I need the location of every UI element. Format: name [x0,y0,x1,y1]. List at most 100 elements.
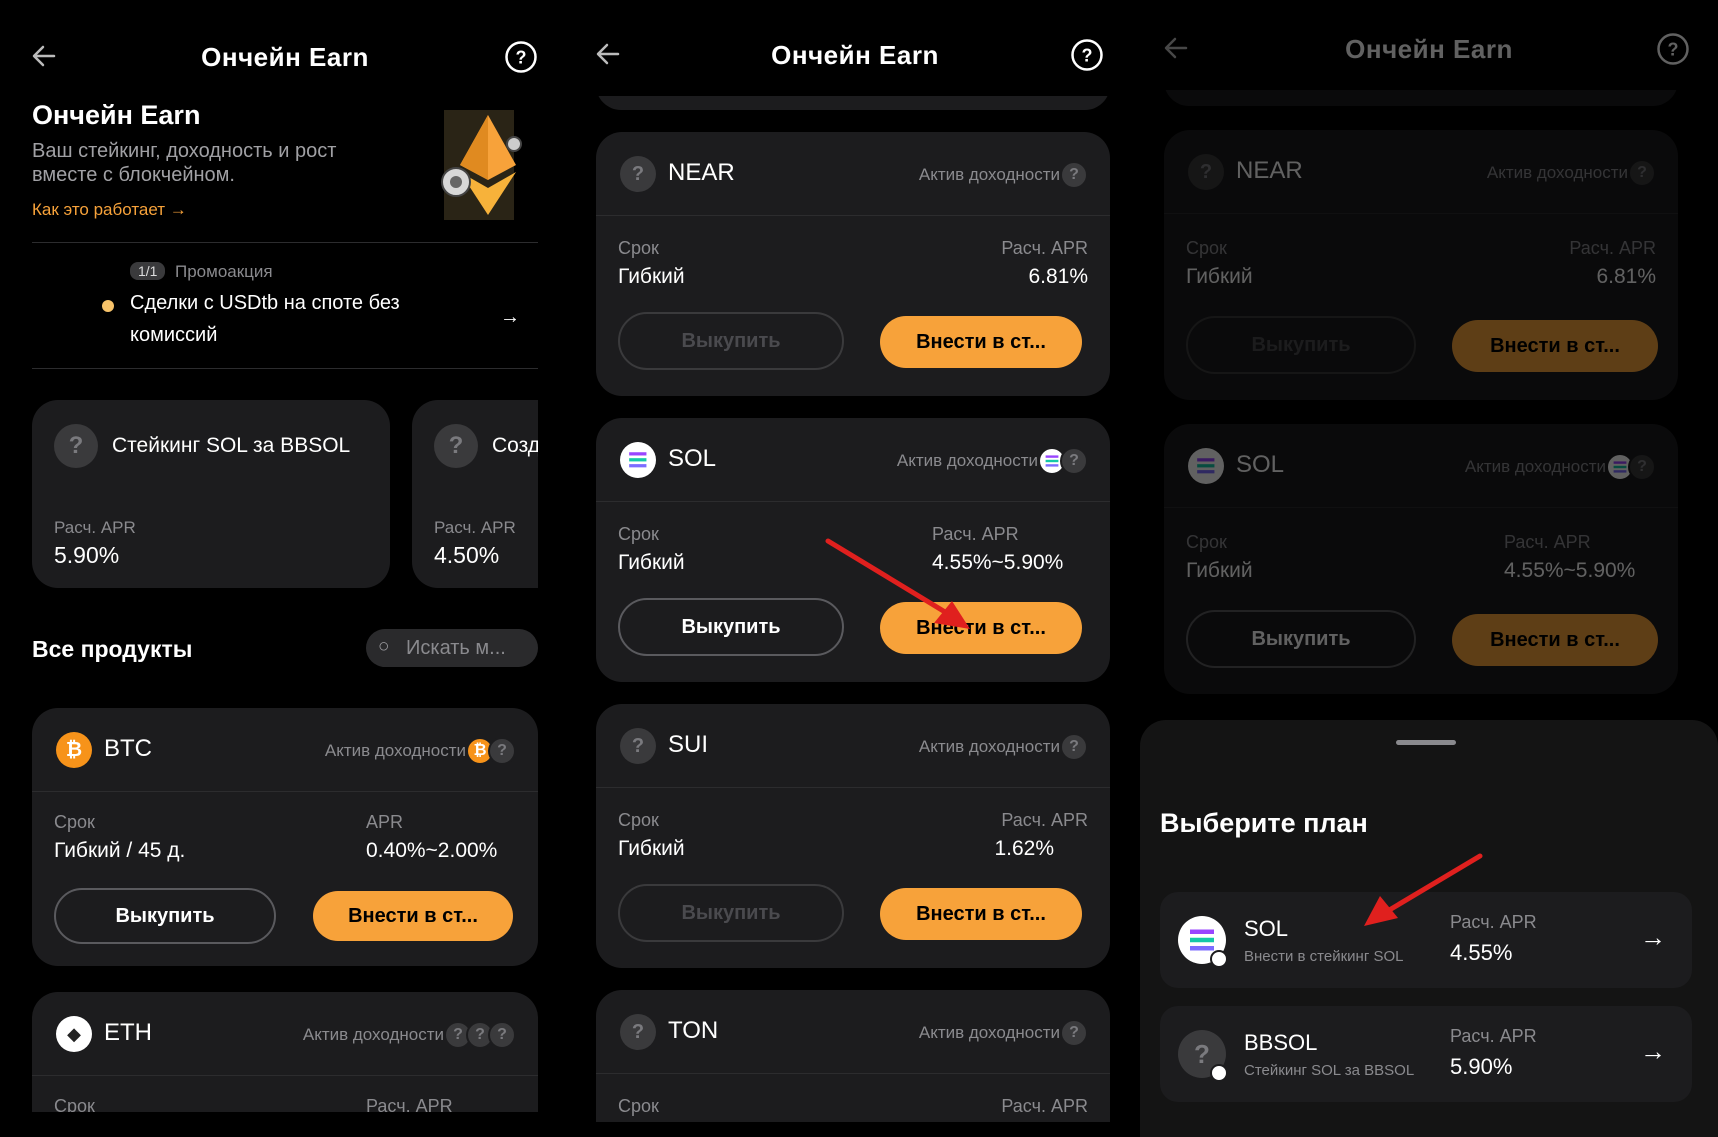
help-mini-icon: ? [488,1021,516,1049]
card-header: SOL Актив доходности ? [596,418,1110,502]
svg-text:?: ? [1082,46,1093,66]
how-it-works-link[interactable]: Как это работает → [32,200,187,220]
plan-option-bbsol[interactable]: ? BBSOL Стейкинг SOL за BBSOL Расч. APR … [1160,1006,1692,1102]
sol-icon [620,442,656,478]
divider [32,242,538,243]
help-mini-icon: ? [488,737,516,765]
sheet-title: Выберите план [1160,808,1368,838]
yield-asset[interactable]: Актив доходности ? [919,160,1088,190]
yield-label: Актив доходности [918,737,1060,756]
hero-title: Ончейн Earn [32,100,201,130]
sui-icon: ? [620,728,656,764]
featured-card[interactable]: ? Стейкинг SOL за BBSOL Расч. APR 5.90% [32,400,390,588]
panel-earn-overview: Ончейн Earn ? Ончейн Earn Ваш стейкинг, … [0,0,570,1137]
sol-badge-icon [1210,950,1228,968]
plan-apr-label: Расч. APR [1450,1026,1537,1046]
yield-asset[interactable]: Актив доходности ? [919,1018,1088,1048]
panel-product-list: Ончейн Earn ? ? NEAR Актив доходности ? … [572,0,1138,1137]
plan-name: BBSOL [1244,1030,1318,1055]
header: Ончейн Earn ? [572,26,1138,96]
yield-label: Актив доходности [918,165,1060,184]
panel-choose-plan: Ончейн Earn ? ? NEAR Актив доходности ? … [1140,0,1718,1137]
sheet-handle[interactable] [1396,740,1456,745]
yield-label: Актив доходности [896,451,1038,470]
near-icon: ? [620,156,656,192]
featured-name: Созд [492,434,541,457]
redeem-button[interactable]: Выкупить [618,312,844,370]
product-card-sui: ? SUI Актив доходности ? Срок Гибкий Рас… [596,704,1110,968]
term-label: Срок [618,1096,659,1116]
term-label: Срок [618,524,659,544]
apr-value: 1.62% [994,837,1054,860]
help-mini-icon: ? [1060,733,1088,761]
coin-name: ETH [104,1019,152,1046]
coin-name: TON [668,1017,719,1044]
yield-asset[interactable]: Актив доходности ? [897,446,1088,476]
card-header: ? TON Актив доходности ? [596,990,1110,1074]
search-icon: ○ [378,636,390,657]
page-title: Ончейн Earn [771,40,939,70]
help-mini-icon: ? [1060,161,1088,189]
redeem-button[interactable]: Выкупить [618,884,844,942]
search-input[interactable]: ○ Искать м... [366,629,538,667]
redeem-button[interactable]: Выкупить [618,598,844,656]
coin-name: SOL [668,445,717,472]
promo-coin-icon [102,300,114,312]
term-value: Гибкий / 45 д. [54,839,186,862]
yield-label: Актив доходности [918,1023,1060,1042]
arrow-right-icon: → [1640,1036,1666,1066]
term-label: Срок [618,810,659,830]
apr-label: Расч. APR [1001,1096,1088,1116]
featured-apr-label: Расч. APR [434,518,516,537]
deposit-button[interactable]: Внести в ст... [880,888,1082,940]
card-header: ◆ ETH Актив доходности ? ? ? [32,992,538,1076]
featured-mask [538,390,570,600]
featured-apr-value: 5.90% [54,542,120,568]
coin-name: SUI [668,731,709,758]
promo-counter: 1/1 [130,262,166,280]
promo-arrow-icon: → [500,306,520,328]
plan-apr-value: 4.55% [1450,940,1513,965]
card-header: ₿ BTC Актив доходности ₿ ? [32,708,538,792]
term-value: Гибкий [618,551,685,574]
all-products-title: Все продукты [32,636,193,662]
help-icon[interactable]: ? [504,40,538,74]
yield-asset[interactable]: Актив доходности ₿ ? [325,736,516,766]
svg-text:?: ? [516,48,527,68]
apr-label: APR [366,812,404,832]
featured-apr-label: Расч. APR [54,518,136,537]
ton-icon: ? [620,1014,656,1050]
redeem-button[interactable]: Выкупить [54,888,276,944]
yield-label: Актив доходности [302,1025,444,1044]
coin-name: BTC [104,735,152,762]
unknown-token-icon: ? [54,424,98,468]
annotation-arrow [1364,853,1483,926]
apr-value: 6.81% [1028,265,1088,288]
product-card-near: ? NEAR Актив доходности ? Срок Гибкий Ра… [596,132,1110,396]
page-title: Ончейн Earn [201,42,369,72]
help-mini-icon: ? [1060,447,1088,475]
product-card-ton: ? TON Актив доходности ? Срок Расч. APR [596,990,1110,1137]
promo-banner[interactable]: 1/1 Промоакция Сделки с USDtb на споте б… [32,256,538,366]
search-placeholder: Искать м... [406,637,506,659]
deposit-button[interactable]: Внести в ст... [880,316,1082,368]
term-value: Гибкий [618,265,685,288]
bottom-mask [0,1112,570,1137]
header: Ончейн Earn ? [0,28,570,84]
yield-asset[interactable]: Актив доходности ? [919,732,1088,762]
eth-diamond-illustration-icon [438,110,528,220]
apr-value: 0.40%~2.00% [366,839,498,862]
plan-desc: Стейкинг SOL за BBSOL [1244,1062,1415,1079]
unknown-token-icon: ? [434,424,478,468]
term-label: Срок [54,812,95,832]
hero-subtitle-2: вместе с блокчейном. [32,164,235,186]
term-value: Гибкий [618,837,685,860]
yield-asset[interactable]: Актив доходности ? ? ? [303,1020,516,1050]
deposit-button[interactable]: Внести в ст... [313,891,513,941]
plan-desc: Внести в стейкинг SOL [1244,948,1404,965]
yield-label: Актив доходности [324,741,466,760]
plan-name: SOL [1244,916,1289,941]
help-icon[interactable]: ? [1070,38,1104,72]
arrow-right-icon: → [1640,922,1666,952]
chevron-right-icon: → [169,200,187,219]
